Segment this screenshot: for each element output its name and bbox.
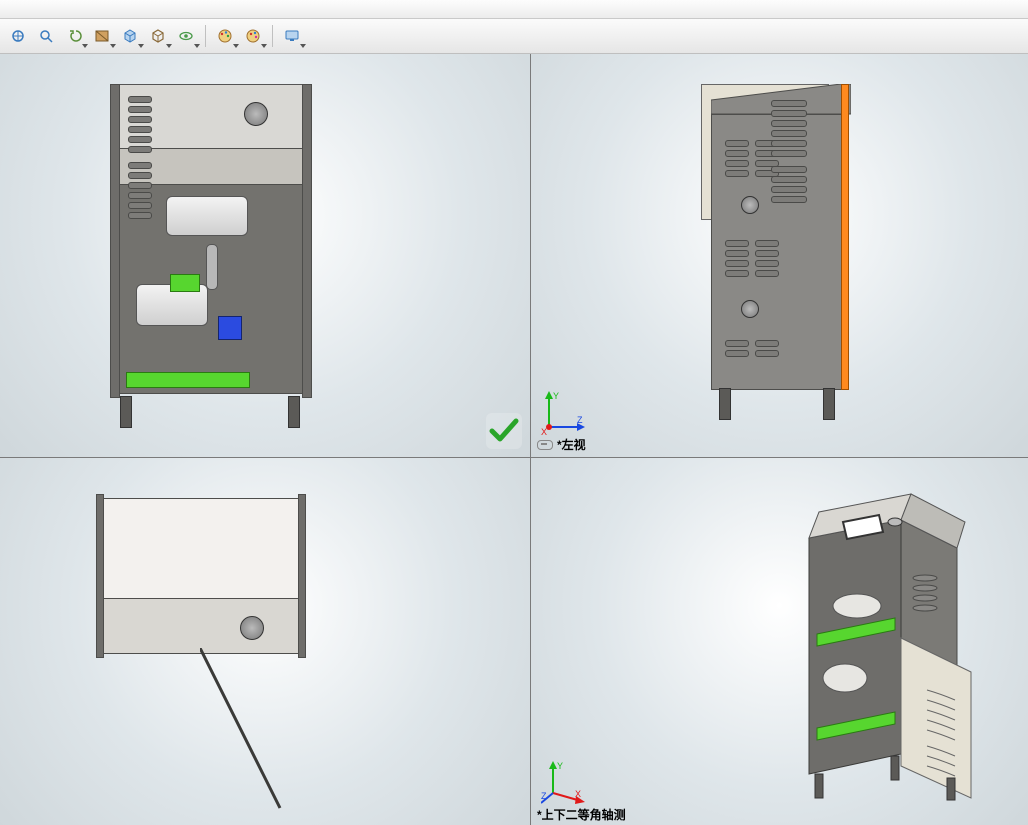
- control-knob: [244, 102, 268, 126]
- view-orientation-button[interactable]: [118, 24, 142, 48]
- link-icon: [537, 440, 553, 450]
- viewport-dimetric[interactable]: Y X Z *上下二等角轴测: [531, 458, 1028, 825]
- orientation-triad: Y Z X: [541, 389, 587, 435]
- previous-view-button[interactable]: [62, 24, 86, 48]
- svg-text:Z: Z: [577, 415, 583, 425]
- viewport-top[interactable]: [0, 458, 531, 825]
- orange-edge: [841, 84, 849, 390]
- model-top: [100, 498, 340, 798]
- svg-text:Z: Z: [541, 791, 547, 801]
- model-left: [701, 84, 991, 424]
- zoom-to-fit-button[interactable]: [6, 24, 30, 48]
- viewport-front[interactable]: [0, 54, 531, 458]
- svg-text:Y: Y: [557, 761, 563, 771]
- svg-text:Y: Y: [553, 391, 559, 401]
- viewport-left[interactable]: Y Z X *左视: [531, 54, 1028, 458]
- toolbar-separator: [272, 25, 273, 47]
- hide-show-items-button[interactable]: [174, 24, 198, 48]
- confirm-corner-button[interactable]: [484, 411, 524, 451]
- heads-up-view-toolbar: [0, 19, 1028, 54]
- section-view-button[interactable]: [90, 24, 114, 48]
- model-front: [110, 84, 310, 424]
- model-dimetric: [761, 478, 1001, 808]
- menubar: [0, 0, 1028, 19]
- apply-scene-button[interactable]: [241, 24, 265, 48]
- orientation-triad: Y X Z: [541, 759, 587, 805]
- svg-text:X: X: [541, 427, 547, 435]
- display-style-button[interactable]: [146, 24, 170, 48]
- viewport-label: *上下二等角轴测: [537, 806, 626, 823]
- toolbar-separator: [205, 25, 206, 47]
- view-settings-button[interactable]: [280, 24, 304, 48]
- viewport-label: *左视: [537, 436, 586, 453]
- svg-text:X: X: [575, 789, 581, 799]
- zoom-to-area-button[interactable]: [34, 24, 58, 48]
- blue-component: [218, 316, 242, 340]
- viewport-area: Y Z X *左视: [0, 54, 1028, 825]
- edit-appearance-button[interactable]: [213, 24, 237, 48]
